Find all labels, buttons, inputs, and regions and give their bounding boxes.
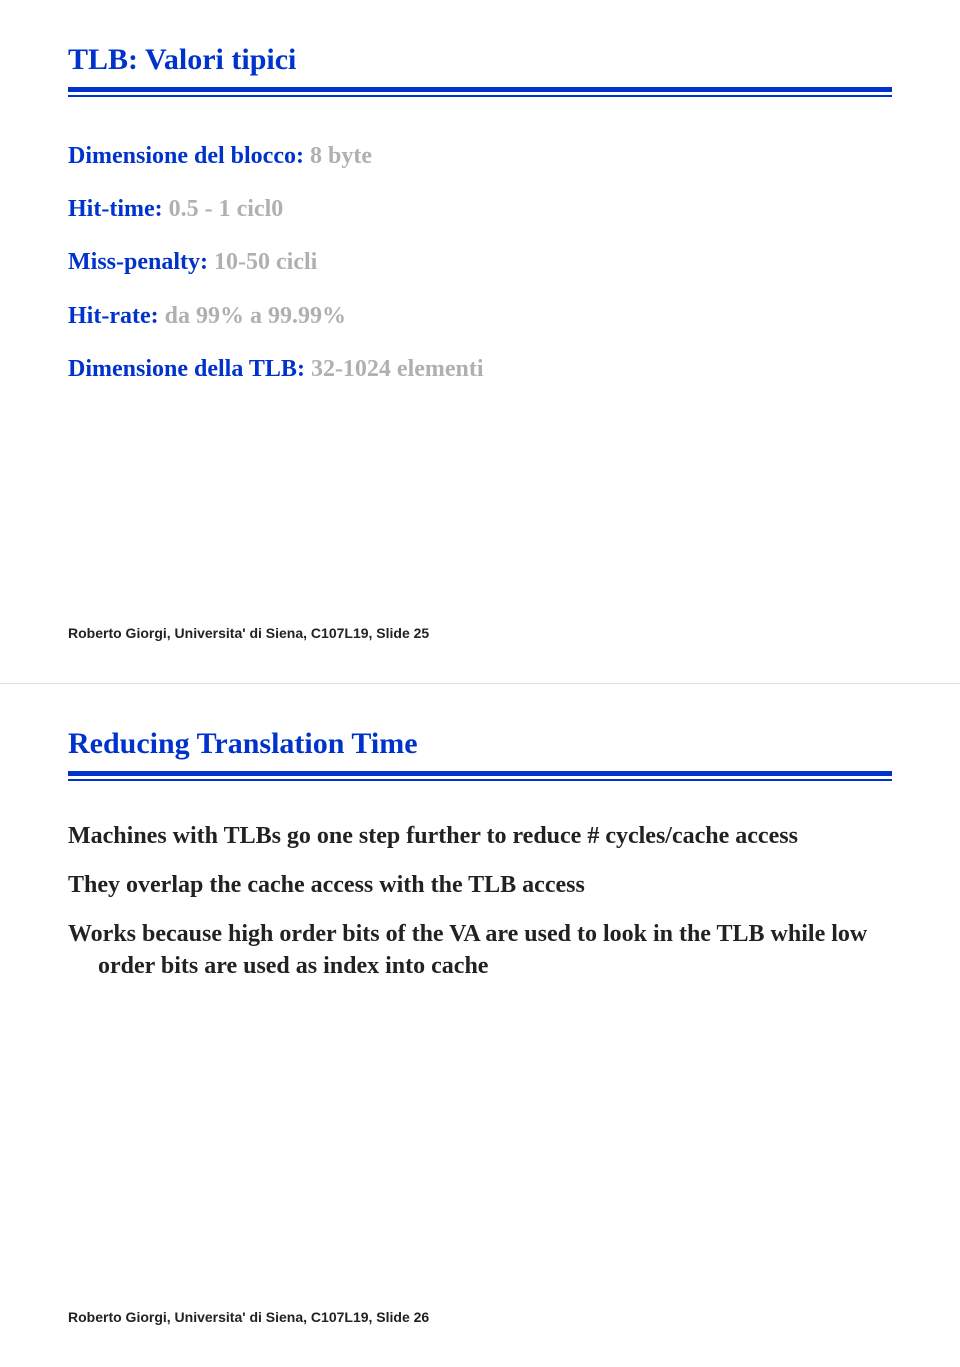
entry-value: 32-1024 elementi [311,356,484,382]
slide-footer: Roberto Giorgi, Universita' di Siena, C1… [68,625,429,641]
body-paragraph: They overlap the cache access with the T… [68,870,892,901]
entry-key: Miss-penalty [68,249,200,275]
slide-title-block: Reducing Translation Time [68,724,892,781]
slide-title: TLB: Valori tipici [68,40,892,85]
entry-row: Hit-rate: da 99% a 99.99% [68,301,892,332]
slide-title: Reducing Translation Time [68,724,892,769]
entry-value: 8 byte [310,143,372,169]
body-paragraph: Works because high order bits of the VA … [68,919,892,981]
entry-row: Dimensione del blocco: 8 byte [68,141,892,172]
slide-body: Machines with TLBs go one step further t… [68,789,892,982]
slide-title-block: TLB: Valori tipici [68,40,892,97]
slide-1: TLB: Valori tipici Dimensione del blocco… [0,0,960,683]
slide-2: Reducing Translation Time Machines with … [0,684,960,1367]
entry-key: Hit-time [68,196,155,222]
entry-row: Miss-penalty: 10-50 cicli [68,247,892,278]
entry-value: 0.5 - 1 cicl0 [169,196,284,222]
document-page: TLB: Valori tipici Dimensione del blocco… [0,0,960,1367]
title-rule [68,87,892,97]
entry-value: 10-50 cicli [214,249,317,275]
entry-value: da 99% a 99.99% [165,303,346,329]
title-rule [68,771,892,781]
entry-key: Dimensione del blocco [68,143,296,169]
entry-row: Dimensione della TLB: 32-1024 elementi [68,354,892,385]
slide-footer: Roberto Giorgi, Universita' di Siena, C1… [68,1309,429,1325]
entry-key: Hit-rate [68,303,151,329]
slide-body: Dimensione del blocco: 8 byte Hit-time: … [68,105,892,385]
body-paragraph: Machines with TLBs go one step further t… [68,821,892,852]
entry-row: Hit-time: 0.5 - 1 cicl0 [68,194,892,225]
entry-key: Dimensione della TLB [68,356,297,382]
